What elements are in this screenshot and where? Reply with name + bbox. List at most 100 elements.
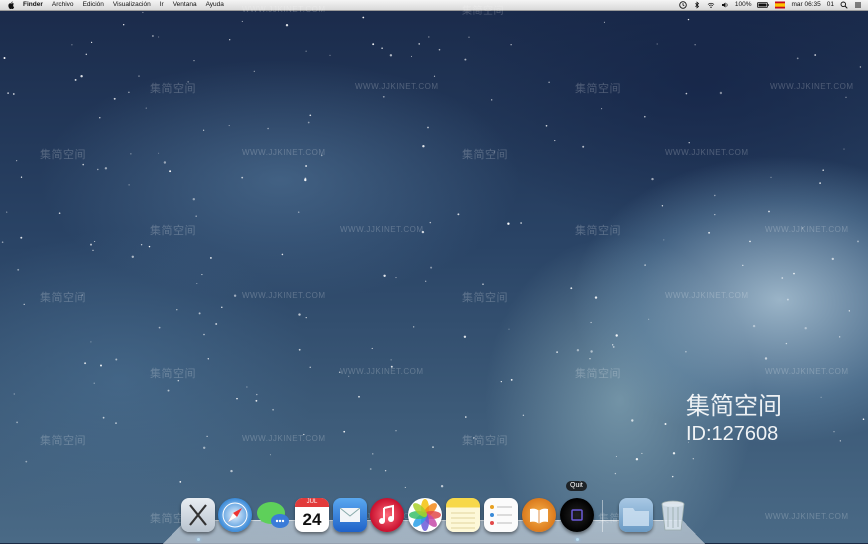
menu-ayuda[interactable]: Ayuda [206, 0, 224, 10]
star [383, 274, 386, 277]
time-machine-icon[interactable] [679, 1, 687, 9]
battery-percent[interactable]: 100% [735, 0, 752, 10]
star [520, 222, 522, 224]
menu-archivo[interactable]: Archivo [52, 0, 74, 10]
menu-app-name[interactable]: Finder [23, 0, 43, 10]
messages-icon[interactable] [256, 498, 290, 532]
star [857, 240, 859, 243]
mail-icon[interactable] [333, 498, 367, 532]
menu-edicion[interactable]: Edición [83, 0, 104, 10]
star [307, 121, 310, 124]
star [1, 241, 4, 243]
star [764, 357, 768, 360]
reminders-icon[interactable] [484, 498, 518, 532]
star [93, 382, 95, 384]
star [25, 460, 28, 463]
battery-icon[interactable] [757, 1, 770, 9]
star [193, 59, 195, 62]
star [796, 57, 799, 60]
star [752, 324, 756, 328]
star [269, 454, 271, 456]
watermark-site: WWW.JJKINET.COM [340, 367, 424, 376]
star [255, 399, 258, 402]
volume-icon[interactable] [721, 1, 729, 9]
star [115, 422, 117, 424]
star [614, 472, 617, 475]
watermark-site: WWW.JJKINET.COM [242, 5, 326, 14]
star [463, 335, 467, 338]
trash-icon[interactable] [656, 498, 690, 532]
menu-user[interactable]: 01 [827, 0, 834, 10]
star [113, 97, 116, 100]
star [163, 161, 167, 164]
star [145, 107, 147, 109]
watermark-site: WWW.JJKINET.COM [765, 367, 849, 376]
wifi-icon[interactable] [707, 1, 715, 9]
star [206, 435, 208, 438]
star [372, 453, 374, 455]
star [615, 334, 618, 337]
star [90, 41, 93, 44]
status-area: 100% mar 06:35 01 [679, 0, 862, 10]
bluetooth-icon[interactable] [693, 1, 701, 9]
star [464, 58, 467, 61]
star [12, 93, 15, 95]
star [151, 35, 154, 37]
star [804, 327, 807, 330]
star [522, 414, 525, 416]
menu-clock[interactable]: mar 06:35 [791, 0, 820, 10]
star [369, 468, 372, 470]
spotlight-search-icon[interactable] [840, 1, 848, 9]
star [576, 349, 580, 352]
notes-icon[interactable] [446, 498, 480, 532]
quit-app-icon[interactable] [560, 498, 594, 532]
star [272, 408, 274, 411]
star [142, 11, 144, 13]
star [482, 283, 484, 285]
watermark-brand: 集简空间 [150, 368, 196, 380]
star [381, 47, 383, 49]
star [687, 18, 690, 21]
star [663, 239, 665, 241]
star [20, 176, 23, 178]
apple-menu-icon[interactable] [8, 1, 15, 9]
star [192, 198, 195, 201]
watermark-brand: 集简空间 [40, 292, 86, 304]
star [201, 274, 203, 276]
watermark-brand: 集简空间 [150, 225, 196, 237]
itunes-icon[interactable] [370, 498, 404, 532]
star [281, 253, 284, 256]
ibooks-icon[interactable] [522, 498, 556, 532]
safari-icon[interactable] [218, 498, 252, 532]
photos-icon[interactable] [408, 498, 442, 532]
x-icon[interactable] [181, 498, 215, 532]
folder-icon[interactable] [619, 498, 653, 532]
star [814, 54, 817, 56]
star [148, 245, 151, 248]
notification-center-icon[interactable] [854, 1, 862, 9]
star [298, 348, 301, 351]
watermark-id: ID:127608 [686, 423, 779, 445]
star [203, 333, 205, 336]
star [395, 277, 397, 279]
star [3, 57, 6, 59]
menu-bar: Finder Archivo Edición Visualización Ir … [0, 0, 868, 11]
star [859, 66, 862, 68]
calendar-icon[interactable]: JUL 24 [295, 498, 329, 532]
star [128, 184, 130, 186]
menu-ir[interactable]: Ir [160, 0, 164, 10]
star [545, 124, 548, 127]
star [100, 364, 102, 367]
star [819, 182, 821, 184]
star [390, 359, 392, 361]
star [500, 381, 502, 383]
star [140, 244, 143, 246]
menu-ventana[interactable]: Ventana [173, 0, 197, 10]
star [123, 24, 125, 26]
flag-icon[interactable] [775, 1, 786, 9]
watermark-brand: 集简空间 [150, 83, 196, 95]
star [410, 55, 413, 57]
star [786, 298, 789, 301]
star [6, 211, 8, 213]
menu-visualizacion[interactable]: Visualización [113, 0, 151, 10]
